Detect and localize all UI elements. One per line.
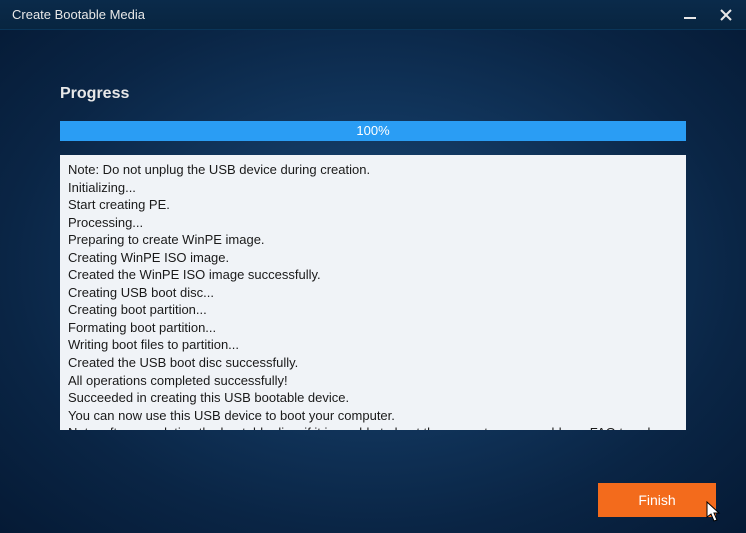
content-area: Progress 100% Note: Do not unplug the US… — [0, 30, 746, 430]
log-line: Created the WinPE ISO image successfully… — [68, 266, 678, 284]
log-line: Writing boot files to partition... — [68, 336, 678, 354]
log-line: You can now use this USB device to boot … — [68, 407, 678, 425]
log-line: Preparing to create WinPE image. — [68, 231, 678, 249]
progress-bar: 100% — [60, 121, 686, 141]
finish-button[interactable]: Finish — [598, 483, 716, 517]
log-line: All operations completed successfully! — [68, 372, 678, 390]
log-line: Initializing... — [68, 179, 678, 197]
minimize-icon — [683, 8, 697, 22]
titlebar: Create Bootable Media — [0, 0, 746, 30]
close-icon — [719, 8, 733, 22]
progress-percent-text: 100% — [60, 121, 686, 141]
log-line: Creating boot partition... — [68, 301, 678, 319]
log-line: Start creating PE. — [68, 196, 678, 214]
close-button[interactable] — [716, 5, 736, 25]
log-line: Creating WinPE ISO image. — [68, 249, 678, 267]
log-line: Note: Do not unplug the USB device durin… — [68, 161, 678, 179]
window-title: Create Bootable Media — [12, 7, 145, 22]
minimize-button[interactable] — [680, 5, 700, 25]
log-line: Formating boot partition... — [68, 319, 678, 337]
log-line: Note: after completing the bootable disc… — [68, 424, 678, 430]
log-line: Processing... — [68, 214, 678, 232]
log-line: Succeeded in creating this USB bootable … — [68, 389, 678, 407]
log-output: Note: Do not unplug the USB device durin… — [60, 155, 686, 430]
window-controls — [680, 5, 736, 25]
log-line: Creating USB boot disc... — [68, 284, 678, 302]
progress-heading: Progress — [60, 85, 686, 103]
log-line: Created the USB boot disc successfully. — [68, 354, 678, 372]
